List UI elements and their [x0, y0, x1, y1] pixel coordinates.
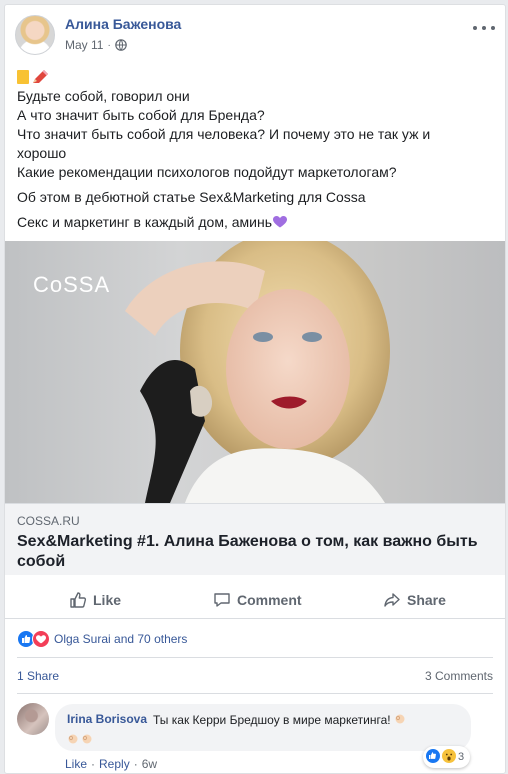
comment-text: Ты как Керри Бредшоу в мире маркетинга!: [153, 712, 406, 727]
comment-author[interactable]: Irina Borisova: [67, 712, 147, 726]
divider: [17, 693, 493, 694]
comment-reaction-count: 3: [458, 751, 465, 763]
post-line-4: хорошо: [17, 145, 67, 161]
comment-bubble: Irina Borisova Ты как Керри Бредшоу в ми…: [55, 704, 471, 751]
comment-actions-sep: ·: [91, 757, 96, 771]
commenter-avatar[interactable]: [17, 703, 49, 735]
pencil-emoji: [31, 69, 49, 85]
link-title[interactable]: Sex&Marketing #1. Алина Баженова о том, …: [17, 532, 493, 572]
link-domain: COSSA.RU: [17, 514, 80, 528]
link-preview-image[interactable]: CoSSA: [5, 241, 505, 503]
comment-reply-link[interactable]: Reply: [99, 757, 130, 771]
wow-reaction-icon: [442, 748, 456, 766]
divider: [17, 657, 493, 658]
purple-heart-emoji: [273, 214, 288, 228]
post-actions: Like Comment Share: [5, 582, 505, 619]
ok-hand-emoji: [67, 731, 79, 744]
share-count[interactable]: 1 Share: [17, 669, 59, 683]
cossa-logo: CoSSA: [33, 272, 111, 297]
like-reaction-icon: [426, 748, 440, 766]
post-line-1: Будьте собой, говорил они: [17, 88, 190, 104]
comment-emoji-row: [67, 731, 93, 744]
post-line-3: Что значит быть собой для человека? И по…: [17, 126, 431, 142]
globe-icon[interactable]: [115, 39, 127, 51]
comment-like-link[interactable]: Like: [65, 757, 87, 771]
comment-label: Comment: [237, 592, 302, 608]
link-preview-info[interactable]: COSSA.RU Sex&Marketing #1. Алина Баженов…: [5, 503, 505, 575]
ok-hand-emoji: [394, 712, 406, 724]
share-icon: [383, 591, 401, 609]
share-button[interactable]: Share: [383, 588, 446, 612]
memo-emoji: [17, 70, 29, 84]
post-date[interactable]: May 11: [65, 38, 103, 52]
comment-button[interactable]: Comment: [213, 588, 302, 612]
comment-actions: Like · Reply · 6w: [65, 757, 157, 771]
comment-count[interactable]: 3 Comments: [425, 669, 493, 683]
post-line-closing: Секс и маркетинг в каждый дом, аминь: [17, 213, 495, 232]
author-avatar[interactable]: [15, 15, 55, 55]
meta-separator: ·: [107, 39, 111, 51]
comment-time[interactable]: 6w: [142, 757, 157, 771]
reactions-summary[interactable]: Olga Surai and 70 others: [17, 630, 187, 648]
post-line-about: Об этом в дебютной статье Sex&Marketing …: [17, 189, 366, 205]
comment-actions-sep: ·: [133, 757, 138, 771]
thumbs-up-icon: [69, 591, 87, 609]
comment-icon: [213, 591, 231, 609]
ok-hand-emoji: [81, 731, 93, 744]
comment-reactions[interactable]: 3: [423, 746, 471, 768]
more-options-icon[interactable]: [473, 21, 495, 35]
share-label: Share: [407, 592, 446, 608]
author-name[interactable]: Алина Баженова: [65, 16, 181, 32]
emoji-row: [17, 67, 495, 87]
post-card: Алина Баженова May 11 · Будьте собой, го…: [4, 4, 506, 774]
post-closing-text: Секс и маркетинг в каждый дом, аминь: [17, 214, 273, 230]
like-label: Like: [93, 592, 122, 608]
comment-text-body: Ты как Керри Бредшоу в мире маркетинга!: [153, 713, 391, 727]
post-line-5: Какие рекомендации психологов подойдут м…: [17, 164, 397, 180]
post-text: Будьте собой, говорил они А что значит б…: [17, 67, 495, 232]
post-line-2: А что значит быть собой для Бренда?: [17, 107, 265, 123]
post-header: Алина Баженова May 11 ·: [15, 15, 495, 61]
like-button[interactable]: Like: [69, 588, 121, 612]
post-meta: May 11 ·: [65, 38, 127, 52]
love-reaction-icon: [32, 630, 50, 648]
reactions-text[interactable]: Olga Surai and 70 others: [54, 632, 187, 646]
